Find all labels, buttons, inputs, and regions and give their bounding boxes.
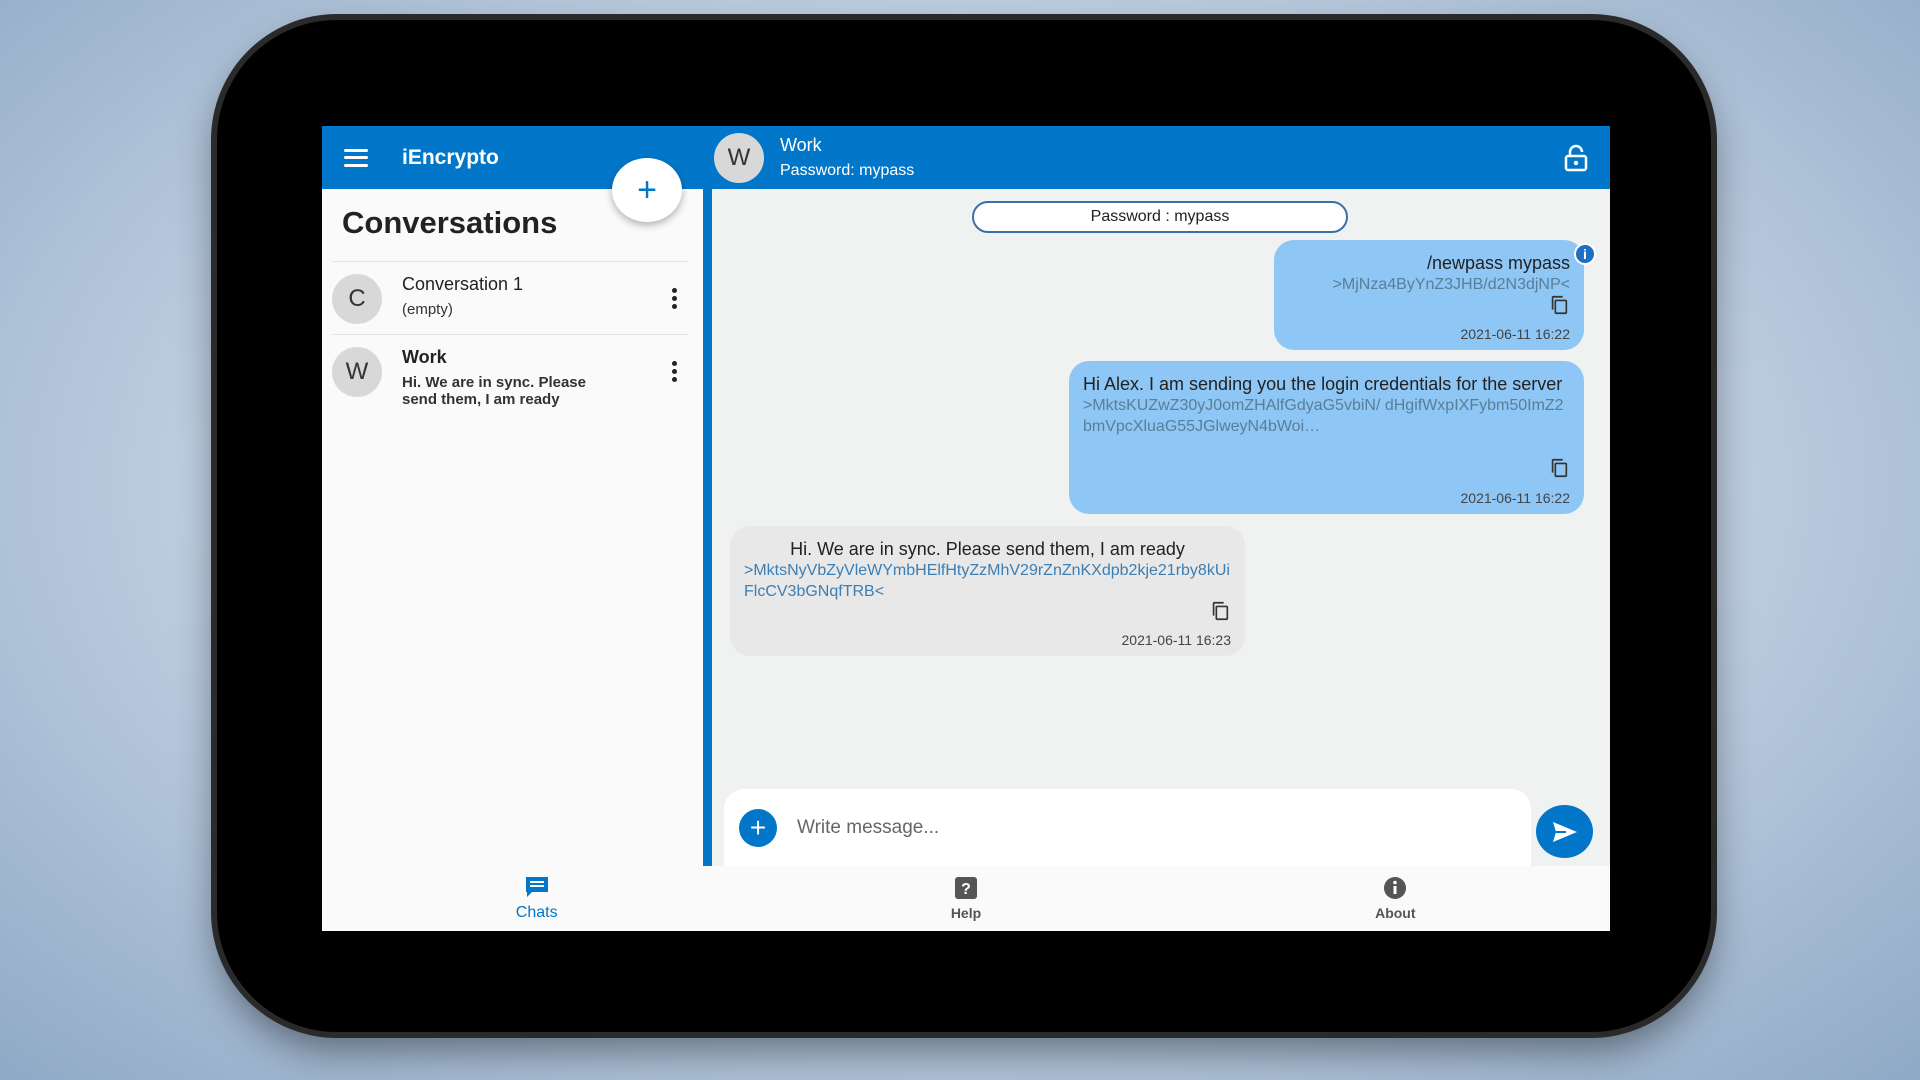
message-cipher: >MktsNyVbZyVleWYmbHElfHtyZzMhV29rZnZnKXd… bbox=[744, 562, 1230, 600]
conversation-item[interactable]: C Conversation 1 (empty) bbox=[332, 261, 688, 334]
copy-icon[interactable] bbox=[1548, 294, 1570, 316]
nav-chats[interactable]: Chats bbox=[322, 866, 751, 931]
bottom-navigation: Chats ? Help About bbox=[322, 866, 1610, 931]
nav-label: About bbox=[1375, 905, 1416, 921]
chat-icon bbox=[525, 877, 548, 897]
svg-text:?: ? bbox=[961, 881, 971, 898]
message-composer: + bbox=[724, 789, 1531, 866]
send-icon bbox=[1552, 821, 1577, 842]
copy-icon[interactable] bbox=[1548, 457, 1570, 479]
conversation-preview: Hi. We are in sync. Please send them, I … bbox=[402, 374, 586, 408]
more-options-icon[interactable] bbox=[668, 361, 680, 382]
message-timestamp: 2021-06-11 16:22 bbox=[1460, 490, 1571, 506]
nav-label: Help bbox=[950, 905, 982, 921]
nav-help[interactable]: ? Help bbox=[751, 866, 1180, 931]
attach-plus-button[interactable]: + bbox=[739, 808, 777, 847]
lock-icon[interactable] bbox=[1564, 144, 1588, 172]
chat-pane: W Work Password: mypass Password : mypas… bbox=[712, 126, 1610, 866]
menu-icon[interactable] bbox=[344, 148, 368, 167]
outgoing-message[interactable]: Hi Alex. I am sending you the login cred… bbox=[1069, 361, 1584, 514]
app-title: iEncrypto bbox=[402, 145, 499, 169]
help-icon: ? bbox=[954, 877, 977, 899]
info-icon bbox=[1384, 877, 1407, 899]
more-options-icon[interactable] bbox=[668, 288, 680, 309]
conversations-pane: iEncrypto + Conversations C Conversation… bbox=[322, 126, 703, 866]
message-timestamp: 2021-06-11 16:22 bbox=[1460, 326, 1571, 342]
conversation-item[interactable]: W Work Hi. We are in sync. Please send t… bbox=[332, 334, 688, 418]
nav-about[interactable]: About bbox=[1181, 866, 1610, 931]
conversation-list: C Conversation 1 (empty) W Work Hi. We a… bbox=[332, 261, 688, 418]
conversation-name: Conversation 1 bbox=[402, 274, 524, 294]
message-text: /newpass mypass bbox=[1426, 253, 1570, 273]
app-screen: iEncrypto + Conversations C Conversation… bbox=[322, 126, 1610, 931]
chat-avatar: W bbox=[714, 132, 764, 183]
avatar: W bbox=[332, 347, 382, 397]
incoming-message[interactable]: Hi. We are in sync. Please send them, I … bbox=[730, 526, 1245, 656]
copy-icon[interactable] bbox=[1209, 600, 1231, 622]
password-chip[interactable]: Password : mypass bbox=[972, 201, 1348, 233]
pane-divider bbox=[703, 126, 712, 866]
chat-name: Work bbox=[780, 135, 822, 155]
conversation-name: Work bbox=[402, 347, 447, 367]
nav-label: Chats bbox=[515, 904, 558, 921]
chat-header: W Work Password: mypass bbox=[712, 126, 1610, 189]
outgoing-message[interactable]: /newpass mypass >MjNza4ByYnZ3JHB/d2N3djN… bbox=[1274, 240, 1584, 350]
chat-password-subtitle: Password: mypass bbox=[780, 162, 915, 179]
message-cipher: >MktsKUZwZ30yJ0omZHAlfGdyaG5vbiN/ dHgifW… bbox=[1083, 397, 1564, 435]
message-text: Hi Alex. I am sending you the login cred… bbox=[1083, 374, 1563, 394]
message-input[interactable] bbox=[797, 816, 1497, 839]
info-icon[interactable]: i bbox=[1574, 243, 1596, 265]
message-text: Hi. We are in sync. Please send them, I … bbox=[790, 539, 1185, 559]
conversation-preview: (empty) bbox=[402, 301, 453, 318]
message-cipher: >MjNza4ByYnZ3JHB/d2N3djNP< bbox=[1332, 276, 1570, 293]
avatar: C bbox=[332, 274, 382, 324]
add-conversation-button[interactable]: + bbox=[612, 158, 682, 222]
send-button[interactable] bbox=[1536, 805, 1593, 858]
message-timestamp: 2021-06-11 16:23 bbox=[1121, 632, 1232, 648]
